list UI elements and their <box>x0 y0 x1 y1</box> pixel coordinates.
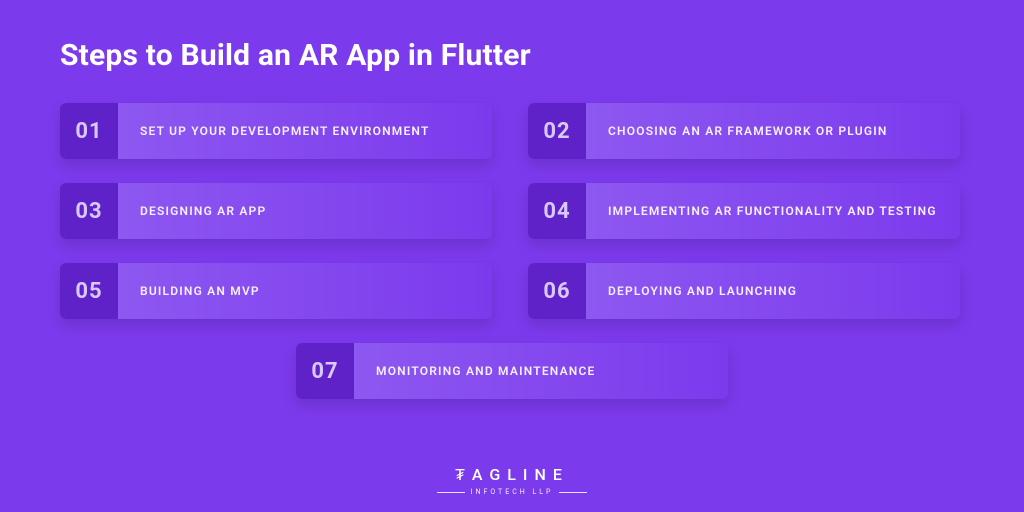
step-label: DESIGNING AR APP <box>118 204 266 218</box>
step-number: 06 <box>528 263 586 319</box>
step-item-01: 01 SET UP YOUR DEVELOPMENT ENVIRONMENT <box>60 103 492 159</box>
brand-sub: INFOTECH LLP <box>471 488 554 496</box>
page-title: Steps to Build an AR App in Flutter <box>60 38 964 73</box>
step-label: IMPLEMENTING AR FUNCTIONALITY AND TESTIN… <box>586 204 937 218</box>
step-item-05: 05 BUILDING AN MVP <box>60 263 492 319</box>
step-number: 05 <box>60 263 118 319</box>
step-label: SET UP YOUR DEVELOPMENT ENVIRONMENT <box>118 124 430 138</box>
step-number: 01 <box>60 103 118 159</box>
step-number: 04 <box>528 183 586 239</box>
step-item-03: 03 DESIGNING AR APP <box>60 183 492 239</box>
divider-line <box>437 492 465 493</box>
step-label: MONITORING AND MAINTENANCE <box>354 364 596 378</box>
step-label: DEPLOYING AND LAUNCHING <box>586 284 797 298</box>
steps-row: 01 SET UP YOUR DEVELOPMENT ENVIRONMENT 0… <box>60 103 964 159</box>
steps-grid: 01 SET UP YOUR DEVELOPMENT ENVIRONMENT 0… <box>60 103 964 399</box>
step-number: 07 <box>296 343 354 399</box>
brand-name: ₮AGLINE <box>455 465 569 485</box>
step-item-02: 02 CHOOSING AN AR FRAMEWORK OR PLUGIN <box>528 103 960 159</box>
step-number: 02 <box>528 103 586 159</box>
step-item-04: 04 IMPLEMENTING AR FUNCTIONALITY AND TES… <box>528 183 960 239</box>
divider-line <box>559 492 587 493</box>
step-label: BUILDING AN MVP <box>118 284 260 298</box>
brand-subline: INFOTECH LLP <box>437 488 588 496</box>
step-item-07: 07 MONITORING AND MAINTENANCE <box>296 343 728 399</box>
steps-row: 05 BUILDING AN MVP 06 DEPLOYING AND LAUN… <box>60 263 964 319</box>
step-number: 03 <box>60 183 118 239</box>
steps-row: 03 DESIGNING AR APP 04 IMPLEMENTING AR F… <box>60 183 964 239</box>
step-item-06: 06 DEPLOYING AND LAUNCHING <box>528 263 960 319</box>
steps-row: 07 MONITORING AND MAINTENANCE <box>60 343 964 399</box>
footer-logo: ₮AGLINE INFOTECH LLP <box>0 465 1024 496</box>
step-label: CHOOSING AN AR FRAMEWORK OR PLUGIN <box>586 124 888 138</box>
